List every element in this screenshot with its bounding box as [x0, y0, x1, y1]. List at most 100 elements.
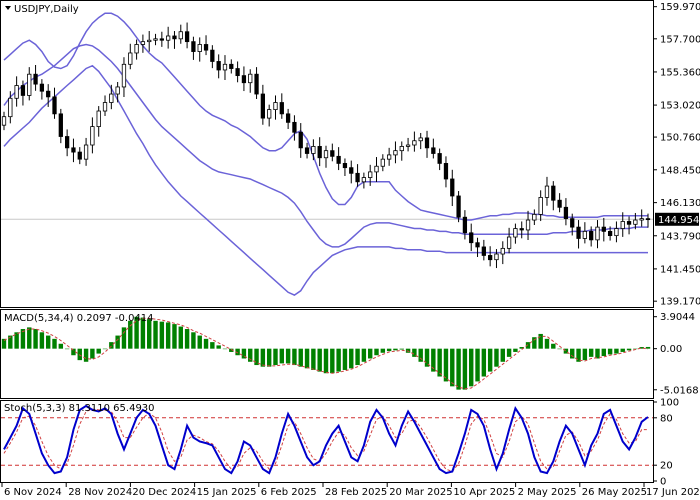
candle-body: [260, 93, 265, 119]
candle-body: [273, 102, 278, 111]
macd-histogram-bar: [380, 348, 386, 353]
macd-histogram-bar: [77, 348, 82, 361]
price-tick-label: 139.170: [660, 297, 700, 308]
macd-histogram-bar: [620, 348, 625, 352]
macd-histogram-bar: [582, 348, 588, 361]
macd-histogram-bar: [27, 327, 32, 349]
macd-histogram-bar: [266, 348, 272, 367]
macd-histogram-bar: [367, 348, 373, 359]
macd-histogram-bar: [336, 348, 341, 372]
macd-histogram-bar: [311, 348, 316, 370]
macd-histogram-bar: [462, 348, 468, 390]
macd-histogram-bar: [607, 348, 613, 355]
stoch-tick-label: 100: [660, 398, 679, 409]
candle-body: [443, 163, 449, 180]
price-tick-label: 153.020: [660, 101, 700, 112]
candle-body: [279, 102, 284, 115]
macd-histogram-bar: [317, 348, 322, 372]
price-chart[interactable]: 159.970 157.700 155.360 153.020 150.760 148.4…: [0, 0, 700, 500]
macd-label: MACD(5,34,4) 0.2097 -0.0414: [4, 313, 154, 324]
candle-body: [412, 140, 417, 146]
candle-body: [387, 154, 392, 160]
candle-body: [563, 206, 569, 220]
macd-histogram-bar: [456, 348, 461, 390]
candle-body: [532, 213, 537, 221]
candle-body: [576, 226, 581, 239]
price-tick-label: 141.450: [660, 264, 700, 275]
candle-body: [8, 97, 13, 118]
macd-histogram-bar: [601, 348, 607, 357]
candle-body: [614, 228, 619, 237]
candle-body: [191, 41, 196, 52]
candle-body: [203, 44, 209, 51]
macd-histogram-bar: [172, 324, 177, 349]
x-tick-label: 20 Dec 2024: [132, 487, 196, 498]
candle-body: [513, 228, 518, 238]
candle-body: [311, 146, 316, 154]
price-tick-label: 143.790: [660, 231, 700, 242]
candle-body: [304, 147, 310, 154]
macd-histogram-bar: [450, 348, 455, 387]
candle-body: [285, 113, 291, 123]
candle-body: [538, 196, 543, 215]
candle-body: [525, 219, 531, 231]
candle-body: [222, 63, 228, 71]
candle-body: [469, 232, 474, 244]
macd-histogram-bar: [330, 348, 335, 374]
macd-histogram-bar: [349, 348, 354, 369]
macd-histogram-bar: [159, 321, 165, 349]
candle-body: [172, 35, 177, 40]
candle-body: [71, 147, 76, 153]
candle-body: [317, 146, 322, 159]
candle-body: [27, 73, 32, 96]
candle-body: [462, 216, 468, 234]
candle-body: [570, 218, 575, 228]
macd-histogram-bar: [83, 348, 89, 362]
candle-body: [134, 44, 139, 54]
candle-body: [620, 221, 625, 229]
candle-body: [14, 85, 19, 99]
macd-histogram-bar: [494, 348, 499, 367]
candle-body: [140, 41, 146, 45]
candle-body: [639, 218, 644, 221]
macd-histogram-bar: [64, 348, 70, 350]
candle-body: [46, 90, 51, 98]
candle-body: [418, 137, 423, 142]
candle-body: [336, 155, 341, 164]
macd-histogram-bar: [210, 342, 215, 349]
macd-tick-label: 3.9044: [660, 312, 695, 323]
macd-histogram-bar: [469, 348, 474, 387]
candle-body: [506, 236, 512, 249]
candle-body: [83, 144, 89, 160]
macd-histogram-bar: [386, 348, 392, 352]
macd-histogram-bar: [298, 348, 303, 367]
candle-body: [544, 185, 550, 198]
candle-body: [229, 63, 234, 69]
candle-body: [481, 246, 486, 256]
candle-body: [216, 61, 221, 71]
macd-histogram-bar: [323, 348, 329, 374]
x-tick-label: 2 May 2025: [518, 487, 577, 498]
macd-histogram-bar: [121, 327, 127, 349]
price-tick-label: 157.700: [660, 34, 700, 45]
macd-histogram-bar: [203, 338, 209, 349]
macd-histogram-bar: [58, 343, 64, 349]
candle-body: [494, 253, 499, 261]
candle-body: [197, 44, 202, 52]
x-tick-label: 26 May 2025: [582, 487, 647, 498]
macd-histogram-bar: [279, 348, 285, 364]
macd-tick-label: 0.00: [660, 344, 682, 355]
macd-histogram-bar: [102, 348, 108, 350]
candle-body: [349, 167, 354, 174]
x-tick-label: 6 Feb 2025: [261, 487, 317, 498]
candle-body: [595, 226, 600, 241]
candle-body: [147, 39, 152, 43]
candle-body: [33, 73, 38, 85]
macd-histogram-bar: [52, 338, 57, 349]
candle-body: [90, 126, 95, 146]
candle-body: [626, 221, 632, 225]
macd-histogram-bar: [45, 335, 51, 349]
macd-histogram-bar: [222, 348, 228, 350]
candle-body: [292, 121, 297, 133]
x-tick-label: 28 Feb 2025: [325, 487, 387, 498]
